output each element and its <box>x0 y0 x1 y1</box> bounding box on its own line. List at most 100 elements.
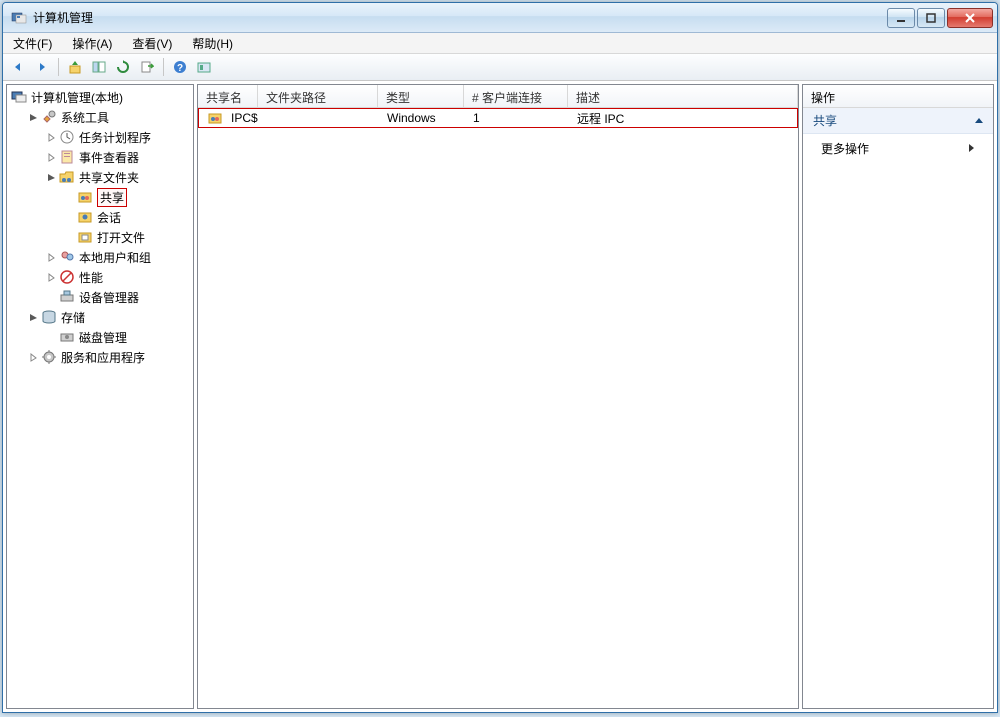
tree-label: 计算机管理(本地) <box>31 89 123 106</box>
window-root: 计算机管理 文件(F) 操作(A) 查看(V) 帮助(H) ? <box>2 2 998 713</box>
forward-button[interactable] <box>31 56 53 78</box>
caret-up-icon <box>974 114 983 128</box>
tree-storage[interactable]: 存储 <box>7 307 193 327</box>
caret-right-icon <box>967 142 975 156</box>
expander-none <box>63 231 75 243</box>
toolbar-separator <box>163 58 164 76</box>
actions-more-label: 更多操作 <box>821 140 869 157</box>
back-button[interactable] <box>7 56 29 78</box>
tree-localusers[interactable]: 本地用户和组 <box>7 247 193 267</box>
expander-closed-icon[interactable] <box>45 131 57 143</box>
tree-services[interactable]: 服务和应用程序 <box>7 347 193 367</box>
expander-closed-icon[interactable] <box>45 271 57 283</box>
expander-closed-icon[interactable] <box>27 351 39 363</box>
tree-label: 打开文件 <box>97 229 145 246</box>
tree-root[interactable]: 计算机管理(本地) <box>7 87 193 107</box>
col-desc[interactable]: 描述 <box>568 85 798 107</box>
export-button[interactable] <box>136 56 158 78</box>
main-panes: 计算机管理(本地) 系统工具 任务计划程序 事件查看器 <box>3 81 997 712</box>
grid-row-ipc[interactable]: IPC$ Windows 1 远程 IPC <box>198 108 798 128</box>
actions-pane: 操作 共享 更多操作 <box>802 84 994 709</box>
maximize-button[interactable] <box>917 8 945 28</box>
tree-label: 系统工具 <box>61 109 109 126</box>
tree-systools[interactable]: 系统工具 <box>7 107 193 127</box>
performance-icon <box>59 269 75 285</box>
tree-label: 性能 <box>79 269 103 286</box>
tree-label: 事件查看器 <box>79 149 139 166</box>
sharedfolder-icon <box>59 169 75 185</box>
services-icon <box>41 349 57 365</box>
menu-view[interactable]: 查看(V) <box>128 33 176 54</box>
tree-openfiles[interactable]: 打开文件 <box>7 227 193 247</box>
app-icon <box>11 10 27 26</box>
tree: 计算机管理(本地) 系统工具 任务计划程序 事件查看器 <box>7 85 193 369</box>
expander-closed-icon[interactable] <box>45 151 57 163</box>
tree-taskscheduler[interactable]: 任务计划程序 <box>7 127 193 147</box>
tree-label: 共享文件夹 <box>79 169 139 186</box>
actions-header: 操作 <box>803 85 993 108</box>
cell-type: Windows <box>387 111 436 125</box>
tree-pane: 计算机管理(本地) 系统工具 任务计划程序 事件查看器 <box>6 84 194 709</box>
expander-none <box>45 291 57 303</box>
refresh-button[interactable] <box>112 56 134 78</box>
tree-label: 设备管理器 <box>79 289 139 306</box>
window-title: 计算机管理 <box>33 9 887 26</box>
close-button[interactable] <box>947 8 993 28</box>
tree-shares[interactable]: 共享 <box>7 187 193 207</box>
menu-action[interactable]: 操作(A) <box>68 33 116 54</box>
tree-label: 存储 <box>61 309 85 326</box>
col-path[interactable]: 文件夹路径 <box>258 85 378 107</box>
toolbar: ? <box>3 54 997 81</box>
expander-open-icon[interactable] <box>27 111 39 123</box>
cell-clients: 1 <box>473 111 480 125</box>
clock-icon <box>59 129 75 145</box>
sessions-icon <box>77 209 93 225</box>
titlebar[interactable]: 计算机管理 <box>3 3 997 33</box>
openfiles-icon <box>77 229 93 245</box>
menubar: 文件(F) 操作(A) 查看(V) 帮助(H) <box>3 33 997 54</box>
expander-none <box>63 191 75 203</box>
disk-icon <box>59 329 75 345</box>
window-buttons <box>887 8 993 28</box>
grid-header: 共享名 文件夹路径 类型 # 客户端连接 描述 <box>198 85 798 108</box>
new-share-button[interactable] <box>193 56 215 78</box>
svg-text:?: ? <box>177 63 183 74</box>
tree-label: 磁盘管理 <box>79 329 127 346</box>
tree-eventviewer[interactable]: 事件查看器 <box>7 147 193 167</box>
tree-devicemanager[interactable]: 设备管理器 <box>7 287 193 307</box>
list-pane: 共享名 文件夹路径 类型 # 客户端连接 描述 IPC$ Windows 1 远… <box>197 84 799 709</box>
actions-group-shares[interactable]: 共享 <box>803 108 993 134</box>
computer-icon <box>11 89 27 105</box>
tree-diskmanagement[interactable]: 磁盘管理 <box>7 327 193 347</box>
eventlog-icon <box>59 149 75 165</box>
tree-sharedfolders[interactable]: 共享文件夹 <box>7 167 193 187</box>
col-name[interactable]: 共享名 <box>198 85 258 107</box>
menu-help[interactable]: 帮助(H) <box>188 33 237 54</box>
minimize-button[interactable] <box>887 8 915 28</box>
actions-group-label: 共享 <box>813 112 837 129</box>
menu-file[interactable]: 文件(F) <box>9 33 56 54</box>
tree-label: 服务和应用程序 <box>61 349 145 366</box>
expander-closed-icon[interactable] <box>45 251 57 263</box>
col-type[interactable]: 类型 <box>378 85 464 107</box>
shares-icon <box>77 189 93 205</box>
storage-icon <box>41 309 57 325</box>
col-clients[interactable]: # 客户端连接 <box>464 85 568 107</box>
tree-label: 会话 <box>97 209 121 226</box>
tree-sessions[interactable]: 会话 <box>7 207 193 227</box>
up-button[interactable] <box>64 56 86 78</box>
tree-label: 本地用户和组 <box>79 249 151 266</box>
expander-open-icon[interactable] <box>45 171 57 183</box>
expander-none <box>45 331 57 343</box>
expander-open-icon[interactable] <box>27 311 39 323</box>
cell-desc: 远程 IPC <box>577 110 624 127</box>
grid-body: IPC$ Windows 1 远程 IPC <box>198 108 798 708</box>
users-icon <box>59 249 75 265</box>
show-hide-tree-button[interactable] <box>88 56 110 78</box>
actions-more[interactable]: 更多操作 <box>803 134 993 163</box>
tree-label-selected: 共享 <box>97 188 127 207</box>
tree-performance[interactable]: 性能 <box>7 267 193 287</box>
help-button[interactable]: ? <box>169 56 191 78</box>
toolbar-separator <box>58 58 59 76</box>
device-icon <box>59 289 75 305</box>
